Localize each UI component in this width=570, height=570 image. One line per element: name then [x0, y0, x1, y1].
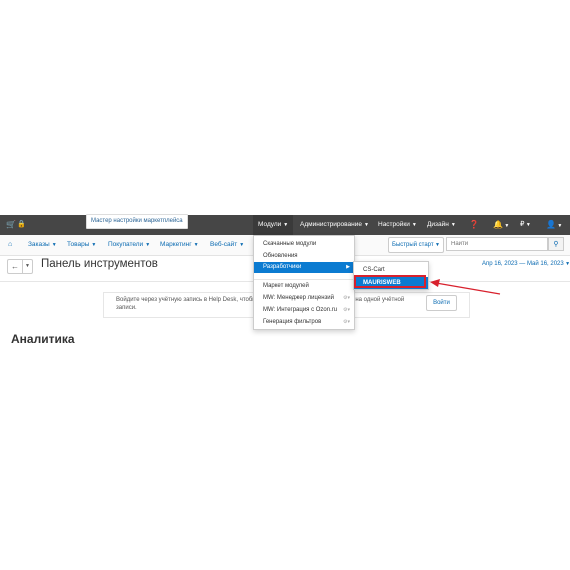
nav-customers-label: Покупатели [108, 241, 144, 248]
menu-item-updates[interactable]: Обновления [254, 251, 354, 262]
highlight-box [354, 275, 426, 288]
chevron-down-icon: ▼ [363, 222, 369, 228]
chevron-down-icon: ▼ [51, 242, 57, 248]
nav-website[interactable]: Веб-сайт ▼ [210, 235, 244, 255]
menu-item-label: MW: Менеджер лицензий [263, 295, 334, 301]
nav-products[interactable]: Товары ▼ [67, 235, 96, 255]
notice-line-1: Войдите через учётную запись в Help Desk… [116, 297, 257, 303]
menu-settings-label: Настройки [378, 221, 410, 228]
menu-item-developers[interactable]: Разработчики ▶ [254, 262, 354, 273]
menu-item-label: Генерация фильтров [263, 319, 322, 325]
menu-item-label: Маркет модулей [263, 283, 309, 289]
menu-modules-label: Модули [258, 221, 282, 228]
menu-item-label: MW: Интеграция с Ozon.ru [263, 307, 338, 313]
back-button[interactable]: ← [7, 259, 23, 274]
chevron-down-icon: ▼ [239, 242, 245, 248]
menu-modules[interactable]: Модули ▼ [253, 215, 294, 235]
menu-design-label: Дизайн [427, 221, 449, 228]
submenu-item-label: CS-Cart [363, 267, 385, 273]
notice-line-1-tail: rt на одной учётной [350, 297, 405, 303]
menu-administration[interactable]: Администрирование ▼ [300, 215, 369, 235]
currency-selector[interactable]: ₽ ▼ [520, 215, 531, 235]
marketplace-wizard-button[interactable]: Мастер настройки маркетплейса [86, 214, 188, 229]
cart-icon[interactable]: 🛒 [6, 215, 16, 235]
home-icon[interactable]: ⌂ [8, 235, 12, 255]
date-range-picker[interactable]: Апр 16, 2023 — Май 16, 2023 ▼ [482, 261, 570, 267]
quick-start-button[interactable]: Быстрый старт ▼ [388, 237, 444, 253]
nav-customers[interactable]: Покупатели ▼ [108, 235, 150, 255]
date-range-label: Апр 16, 2023 — Май 16, 2023 [482, 261, 564, 267]
chevron-down-icon: ▼ [450, 222, 456, 228]
menu-item-downloaded-modules[interactable]: Скачанные модули [254, 239, 354, 250]
page-title: Панель инструментов [41, 258, 158, 270]
chevron-down-icon: ▼ [411, 222, 417, 228]
menu-item-module-market[interactable]: Маркет модулей [254, 281, 354, 292]
chevron-down-icon: ▼ [193, 242, 199, 248]
menu-item-filter-generation[interactable]: Генерация фильтров ⚙▾ [254, 317, 354, 328]
menu-divider [254, 279, 354, 280]
menu-item-mw-license-manager[interactable]: MW: Менеджер лицензий ⚙▾ [254, 293, 354, 304]
quick-start-label: Быстрый старт [392, 242, 434, 248]
menu-item-mw-ozon-integration[interactable]: MW: Интеграция с Ozon.ru ⚙▾ [254, 305, 354, 316]
modules-dropdown-menu: Скачанные модули Обновления Разработчики… [253, 235, 355, 330]
menu-item-label: Обновления [263, 253, 298, 259]
module-actions-icon[interactable]: ⚙▾ [343, 317, 350, 328]
chevron-down-icon: ▼ [145, 242, 151, 248]
menu-design[interactable]: Дизайн ▼ [427, 215, 456, 235]
chevron-down-icon: ▼ [91, 242, 97, 248]
nav-website-label: Веб-сайт [210, 241, 238, 248]
search-icon[interactable]: ⚲ [548, 237, 564, 251]
login-button[interactable]: Войти [426, 295, 457, 311]
menu-administration-label: Администрирование [300, 221, 362, 228]
bell-icon[interactable]: 🔔 ▼ [493, 215, 509, 235]
nav-products-label: Товары [67, 241, 90, 248]
menu-item-label: Разработчики [263, 264, 302, 270]
nav-orders[interactable]: Заказы ▼ [28, 235, 57, 255]
chevron-right-icon: ▶ [346, 264, 350, 270]
nav-marketing-label: Маркетинг [160, 241, 192, 248]
help-icon[interactable]: ❓ [469, 215, 479, 235]
lock-icon[interactable]: 🔒 [17, 215, 26, 235]
back-history-dropdown[interactable]: ▼ [22, 259, 33, 274]
user-icon[interactable]: 👤 ▼ [546, 215, 562, 235]
notice-line-2: записи. [116, 305, 137, 311]
module-actions-icon[interactable]: ⚙▾ [343, 293, 350, 304]
chevron-down-icon: ▼ [283, 222, 289, 228]
nav-marketing[interactable]: Маркетинг ▼ [160, 235, 199, 255]
menu-settings[interactable]: Настройки ▼ [378, 215, 417, 235]
chevron-down-icon: ▼ [433, 242, 440, 248]
nav-orders-label: Заказы [28, 241, 50, 248]
analytics-heading: Аналитика [11, 332, 75, 346]
module-actions-icon[interactable]: ⚙▾ [343, 305, 350, 316]
chevron-down-icon: ▼ [563, 261, 570, 267]
search-input[interactable] [446, 237, 548, 251]
menu-item-label: Скачанные модули [263, 241, 317, 247]
